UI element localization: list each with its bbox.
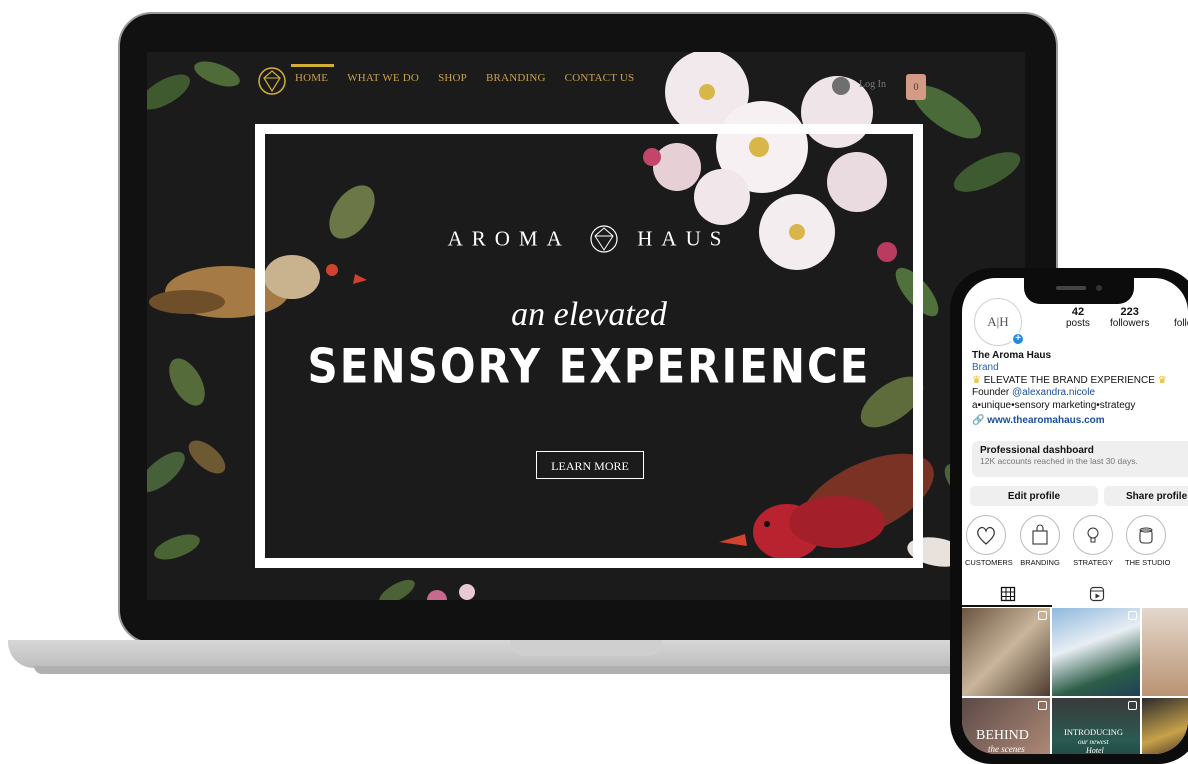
highlight-label: BRANDING bbox=[1020, 558, 1060, 567]
front-camera bbox=[1096, 285, 1102, 291]
bio-website: 🔗 www.thearomahaus.com bbox=[972, 415, 1188, 427]
following-label: following bbox=[1174, 318, 1188, 329]
post-tile[interactable] bbox=[1142, 698, 1188, 754]
lightbulb-icon bbox=[1073, 515, 1113, 555]
laptop-notch bbox=[510, 640, 662, 656]
website-screen: HOME WHAT WE DO SHOP BRANDING CONTACT US… bbox=[147, 52, 1025, 600]
highlight-label: THE STUDIO bbox=[1125, 558, 1171, 567]
nav-branding[interactable]: BRANDING bbox=[486, 72, 546, 84]
post-caption: INTRODUCING bbox=[1064, 727, 1124, 737]
highlight-label: STRATEGY bbox=[1073, 558, 1113, 567]
nav-what-we-do[interactable]: WHAT WE DO bbox=[347, 72, 419, 84]
bio-line-1: ♛ ELEVATE THE BRAND EXPERIENCE ♛ bbox=[972, 375, 1188, 387]
founder-label: Founder bbox=[972, 387, 1013, 399]
hero-tagline-main: SENSORY EXPERIENCE bbox=[307, 339, 871, 394]
highlight-label: CUSTOMERS bbox=[965, 558, 1013, 567]
post-caption-script: Hotel bbox=[1086, 746, 1104, 754]
post-caption: BEHIND bbox=[976, 728, 1029, 743]
professional-dashboard[interactable]: Professional dashboard 12K accounts reac… bbox=[972, 441, 1188, 477]
speaker-grille bbox=[1056, 286, 1086, 290]
highlight-branding[interactable]: BRANDING bbox=[1019, 515, 1061, 567]
hero-tagline-script: an elevated bbox=[511, 296, 667, 333]
reel-icon bbox=[1128, 611, 1137, 620]
login-link[interactable]: Log In bbox=[859, 79, 886, 90]
post-tile[interactable] bbox=[962, 608, 1050, 696]
reel-icon bbox=[1038, 611, 1047, 620]
website-link[interactable]: www.thearomahaus.com bbox=[987, 415, 1104, 426]
crown-icon: ♛ bbox=[972, 374, 981, 386]
instagram-profile-screen: A|H + 42 posts 223 followers 2 following… bbox=[962, 278, 1188, 754]
post-tile[interactable] bbox=[1142, 608, 1188, 696]
account-icon[interactable] bbox=[832, 77, 850, 95]
following-count: 2 bbox=[1174, 306, 1188, 318]
stat-followers[interactable]: 223 followers bbox=[1110, 306, 1149, 329]
stat-following[interactable]: 2 following bbox=[1174, 306, 1188, 329]
active-tab-indicator bbox=[962, 605, 1052, 607]
share-profile-button[interactable]: Share profile bbox=[1104, 486, 1188, 506]
aroma-haus-gem-logo-icon[interactable] bbox=[257, 66, 287, 96]
posts-count: 42 bbox=[1071, 306, 1085, 318]
followers-count: 223 bbox=[1120, 306, 1139, 318]
founder-mention-link[interactable]: @alexandra.nicole bbox=[1012, 387, 1095, 398]
profile-bio: The Aroma Haus Brand ♛ ELEVATE THE BRAND… bbox=[972, 350, 1188, 427]
cart-icon[interactable]: 0 bbox=[906, 74, 926, 100]
followers-label: followers bbox=[1110, 318, 1150, 329]
nav-links: HOME WHAT WE DO SHOP BRANDING CONTACT US bbox=[290, 64, 653, 84]
bio-line-2: Founder @alexandra.nicole bbox=[972, 387, 1188, 399]
learn-more-button[interactable]: LEARN MORE bbox=[536, 451, 644, 479]
highlight-the-studio[interactable]: THE STUDIO bbox=[1125, 515, 1171, 567]
phone-notch bbox=[1024, 278, 1134, 304]
bio-tagline: ELEVATE THE BRAND EXPERIENCE bbox=[983, 374, 1155, 386]
post-caption-script: the scenes bbox=[988, 744, 1025, 754]
nav-shop[interactable]: SHOP bbox=[438, 72, 467, 84]
grid-icon[interactable] bbox=[1000, 586, 1016, 602]
nav-contact-us[interactable]: CONTACT US bbox=[565, 72, 635, 84]
dashboard-subtitle: 12K accounts reached in the last 30 days… bbox=[980, 456, 1138, 466]
candle-icon bbox=[1126, 515, 1166, 555]
add-story-plus-icon[interactable]: + bbox=[1011, 332, 1025, 346]
reel-icon bbox=[1128, 701, 1137, 710]
post-tile-behind-the-scenes[interactable]: BEHIND the scenes bbox=[962, 698, 1050, 754]
dashboard-title: Professional dashboard bbox=[980, 445, 1094, 456]
posts-label: posts bbox=[1066, 318, 1090, 329]
edit-profile-button[interactable]: Edit profile bbox=[970, 486, 1098, 506]
heart-icon bbox=[966, 515, 1006, 555]
brand-word-right: HAUS bbox=[637, 226, 731, 251]
top-navigation: HOME WHAT WE DO SHOP BRANDING CONTACT US… bbox=[147, 52, 1025, 112]
shopping-bag-icon bbox=[1020, 515, 1060, 555]
post-tile[interactable] bbox=[1052, 608, 1140, 696]
highlight-customers[interactable]: CUSTOMERS bbox=[965, 515, 1013, 567]
brand-wordmark: AROMA HAUS bbox=[147, 224, 1025, 254]
post-tile-introducing[interactable]: INTRODUCING our newest Hotel bbox=[1052, 698, 1140, 754]
phone-frame: A|H + 42 posts 223 followers 2 following… bbox=[950, 268, 1188, 764]
bio-line-3: a•unique•sensory marketing•strategy bbox=[972, 399, 1136, 411]
brand-gem-icon bbox=[590, 225, 618, 253]
link-icon: 🔗 bbox=[972, 415, 985, 427]
post-caption-script: our newest bbox=[1078, 738, 1109, 746]
laptop-base-shadow bbox=[34, 666, 1054, 674]
crown-icon: ♛ bbox=[1157, 374, 1167, 386]
brand-word-left: AROMA bbox=[447, 226, 571, 251]
reels-icon[interactable] bbox=[1089, 586, 1105, 602]
highlight-strategy[interactable]: STRATEGY bbox=[1072, 515, 1114, 567]
reel-icon bbox=[1038, 701, 1047, 710]
nav-home[interactable]: HOME bbox=[290, 64, 335, 84]
profile-name: The Aroma Haus bbox=[972, 350, 1052, 361]
profile-category: Brand bbox=[972, 362, 999, 374]
stat-posts[interactable]: 42 posts bbox=[1066, 306, 1090, 329]
